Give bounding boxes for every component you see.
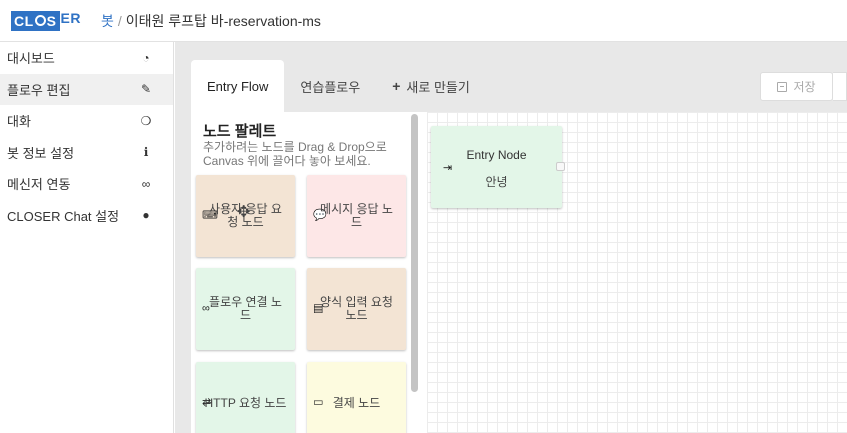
tab-entry-flow[interactable]: Entry Flow (191, 60, 285, 112)
breadcrumb-current: 이태원 루프탑 바-reservation-ms (125, 12, 321, 29)
palette-node-label: 결제 노드 (332, 395, 381, 410)
sidebar-item-flow-edit[interactable]: 플로우 편집 ✎ (0, 73, 173, 105)
sidebar-item-label: 플로우 편집 (7, 82, 71, 98)
breadcrumb-root-link[interactable]: 봇 (101, 11, 114, 31)
pencil-icon: ✎ (140, 82, 152, 96)
palette-node-label: 양식 입력 요청 노드 (320, 295, 393, 322)
palette-node-message-response[interactable]: 💬 메시지 응답 노드 (307, 175, 406, 257)
flow-tabs: Entry Flow 연습플로우 + 새로 만들기 (191, 60, 486, 112)
entry-node[interactable]: ⇥ Entry Node 안녕 (431, 126, 565, 208)
logo-mark: CL S (11, 10, 60, 31)
tab-new-label: 새로 만들기 (406, 79, 470, 95)
plus-icon: + (392, 78, 401, 94)
sidebar-item-closer-chat[interactable]: CLOSER Chat 설정 ● (0, 200, 173, 231)
credit-card-icon: ▭ (313, 396, 324, 409)
palette-node-flow-link[interactable]: ∞ 플로우 연결 노드 (196, 268, 295, 350)
sidebar-item-label: 대화 (7, 114, 31, 129)
sidebar-item-label: 메신저 연동 (7, 177, 71, 192)
breadcrumb: 봇 / 이태원 루프탑 바-reservation-ms (101, 11, 321, 31)
user-icon: ● (142, 208, 150, 222)
entry-node-title: Entry Node (466, 148, 527, 162)
closer-logo[interactable]: CL S ER (11, 9, 81, 33)
toolbar-next-button[interactable] (833, 72, 847, 101)
tab-new-flow[interactable]: + 새로 만들기 (376, 60, 486, 112)
chat-icon: ❍ (140, 113, 152, 128)
palette-node-label: HTTP 요청 노드 (204, 395, 287, 410)
main-area: Entry Flow 연습플로우 + 새로 만들기 저장 노드 팔레트 추가하려… (175, 42, 847, 433)
flow-canvas[interactable]: ⇥ Entry Node 안녕 (427, 112, 847, 433)
save-label: 저장 (793, 80, 816, 94)
info-icon: ℹ (143, 145, 149, 159)
sidebar-item-label: CLOSER Chat 설정 (7, 208, 120, 224)
logo-text-middle: S (46, 12, 57, 29)
logo-text-rest: ER (60, 9, 81, 26)
dashboard-icon: ◔ (142, 50, 150, 65)
sidebar-item-label: 봇 정보 설정 (7, 145, 75, 161)
flow-editor: 노드 팔레트 추가하려는 노드를 Drag & Drop으로 Canvas 위에… (191, 112, 847, 433)
sidebar-item-conversation[interactable]: 대화 ❍ (0, 105, 173, 136)
sidebar-item-label: 대시보드 (7, 51, 55, 66)
sidebar-item-bot-settings[interactable]: 봇 정보 설정 ℹ (0, 137, 173, 168)
tab-practice-flow[interactable]: 연습플로우 (284, 60, 376, 112)
sidebar-item-dashboard[interactable]: 대시보드 ◔ (0, 42, 173, 73)
palette-node-label: 메시지 응답 노드 (320, 202, 393, 229)
palette-scrollbar[interactable] (411, 114, 418, 392)
palette-node-payment[interactable]: ▭ 결제 노드 (307, 362, 406, 433)
palette-node-http-request[interactable]: ⇄ HTTP 요청 노드 (196, 362, 295, 433)
link-icon: ∞ (141, 176, 151, 191)
entry-node-subtitle: 안녕 (485, 175, 508, 189)
save-button[interactable]: 저장 (760, 72, 833, 101)
sidebar-item-messenger[interactable]: 메신저 연동 ∞ (0, 168, 173, 199)
palette-node-form-input[interactable]: ▤ 양식 입력 요청 노드 (307, 268, 406, 350)
top-bar: CL S ER 봇 / 이태원 루프탑 바-reservation-ms (0, 0, 847, 42)
node-palette: 노드 팔레트 추가하려는 노드를 Drag & Drop으로 Canvas 위에… (191, 112, 420, 433)
save-icon (777, 81, 788, 92)
palette-title: 노드 팔레트 (203, 123, 277, 140)
palette-description: 추가하려는 노드를 Drag & Drop으로 Canvas 위에 끌어다 놓아… (203, 140, 387, 168)
logo-text-first: CL (14, 12, 34, 29)
entry-node-output-port[interactable] (556, 162, 565, 171)
logo-o-ring (34, 15, 46, 26)
palette-node-label: 플로우 연결 노드 (209, 295, 282, 322)
breadcrumb-separator: / (117, 12, 122, 29)
sidebar: 대시보드 ◔ 플로우 편집 ✎ 대화 ❍ 봇 정보 설정 ℹ 메신저 연동 ∞ … (0, 42, 174, 433)
move-cursor-icon: ✥ (237, 204, 251, 221)
